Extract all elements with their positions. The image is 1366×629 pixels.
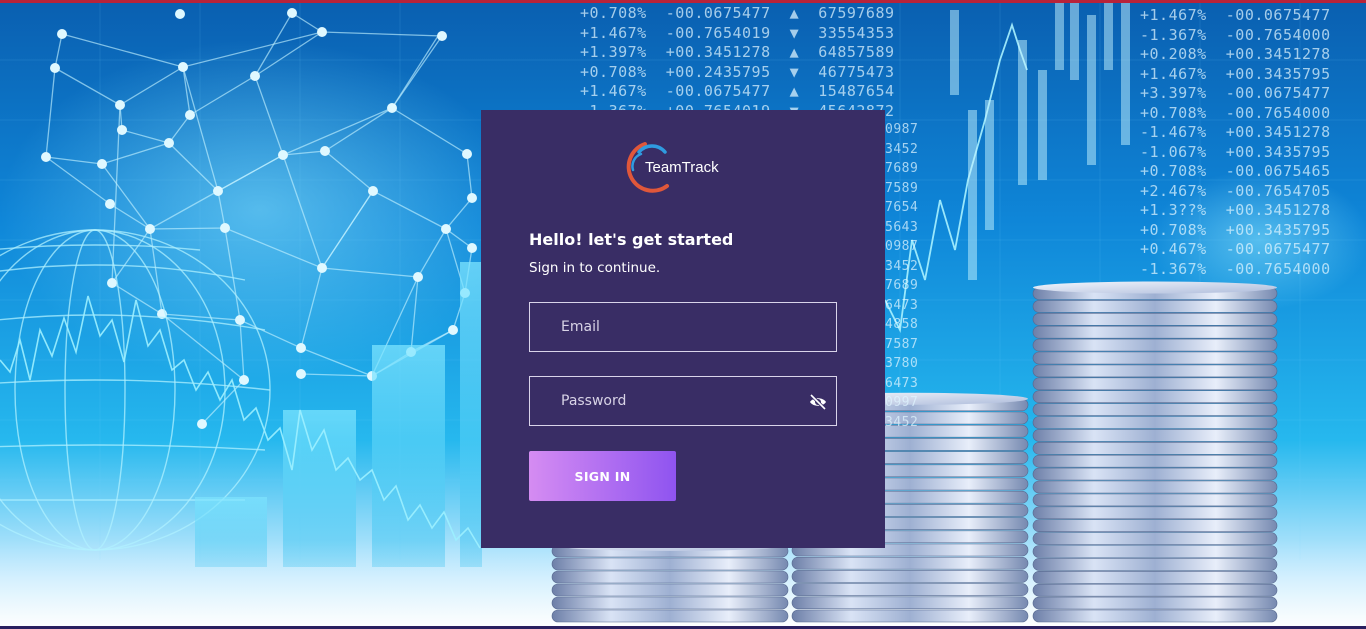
ticker-row: +0.708% +00.3435795: [1140, 220, 1331, 239]
brand-name: TeamTrack: [645, 159, 719, 176]
ticker-row: 6473: [885, 375, 919, 391]
login-card: TeamTrack Hello! let's get started Sign …: [481, 110, 885, 548]
ticker-row: +1.467% +00.3435795: [1140, 64, 1331, 83]
ticker-right: +1.467% -00.0675477 -1.367% -00.7654000 +0…: [1140, 6, 1331, 279]
ticker-row: -1.367% -00.7654000: [1140, 259, 1331, 278]
toggle-password-visibility-icon[interactable]: [808, 392, 828, 412]
password-field-container: [529, 376, 837, 426]
ticker-row: 3452: [885, 141, 919, 157]
ticker-mid: 0987 3452 7689 7589 7654 5643 0987 3452 7689 6473…: [885, 120, 918, 432]
ticker-row: +0.708% -00.0675465: [1140, 162, 1331, 180]
ticker-row: 4858: [885, 317, 919, 332]
ticker-row: +0.708% +00.2435795 ▼ 46775473: [580, 62, 895, 81]
login-page: +0.708% -00.0675477 ▲ 67597689 +1.467% -0…: [0, 0, 1366, 629]
ticker-row: 3780: [885, 356, 919, 371]
ticker-row: 7589: [885, 180, 919, 196]
ticker-row: 5643: [885, 219, 919, 235]
ticker-left: +0.708% -00.0675477 ▲ 67597689 +1.467% -0…: [580, 4, 895, 121]
ticker-row: +0.708% -00.7654000: [1140, 103, 1331, 122]
ticker-row: 3452: [885, 414, 919, 430]
ticker-row: +1.467% -00.0675477 ▲ 15487654: [580, 82, 895, 100]
ticker-row: 7654: [885, 200, 919, 215]
ticker-row: 6473: [885, 297, 919, 313]
ticker-row: +1.467% -00.0675477: [1140, 6, 1331, 24]
ticker-row: +1.3??% +00.3451278: [1140, 201, 1331, 219]
ticker-row: +1.397% +00.3451278 ▲ 64857589: [580, 43, 895, 61]
login-subheading: Sign in to continue.: [529, 260, 661, 276]
ticker-row: 0987: [885, 122, 919, 137]
ticker-row: 0987: [885, 239, 919, 254]
top-accent-bar: [0, 0, 1366, 3]
ticker-row: 3452: [885, 258, 919, 274]
ticker-row: 7689: [885, 278, 919, 293]
ticker-row: 7587: [885, 336, 919, 352]
email-input[interactable]: [530, 303, 836, 351]
ticker-row: +0.708% -00.0675477 ▲ 67597689: [580, 4, 895, 22]
ticker-row: +0.208% +00.3451278: [1140, 45, 1331, 63]
ticker-row: -1.467% +00.3451278: [1140, 123, 1331, 141]
ticker-row: 7689: [885, 161, 919, 176]
ticker-row: +0.467% -00.0675477: [1140, 240, 1331, 258]
ticker-row: +1.467% -00.7654019 ▼ 33554353: [580, 23, 895, 42]
password-input[interactable]: [530, 377, 836, 425]
ticker-row: +3.397% -00.0675477: [1140, 84, 1331, 102]
email-field-container: [529, 302, 837, 352]
ticker-row: +2.467% -00.7654705: [1140, 181, 1331, 200]
ticker-row: 0997: [885, 395, 919, 410]
brand-logo: TeamTrack: [619, 140, 749, 198]
ticker-row: -1.067% +00.3435795: [1140, 142, 1331, 161]
sign-in-button[interactable]: SIGN IN: [529, 451, 676, 501]
ticker-row: -1.367% -00.7654000: [1140, 25, 1331, 44]
login-heading: Hello! let's get started: [529, 230, 734, 249]
